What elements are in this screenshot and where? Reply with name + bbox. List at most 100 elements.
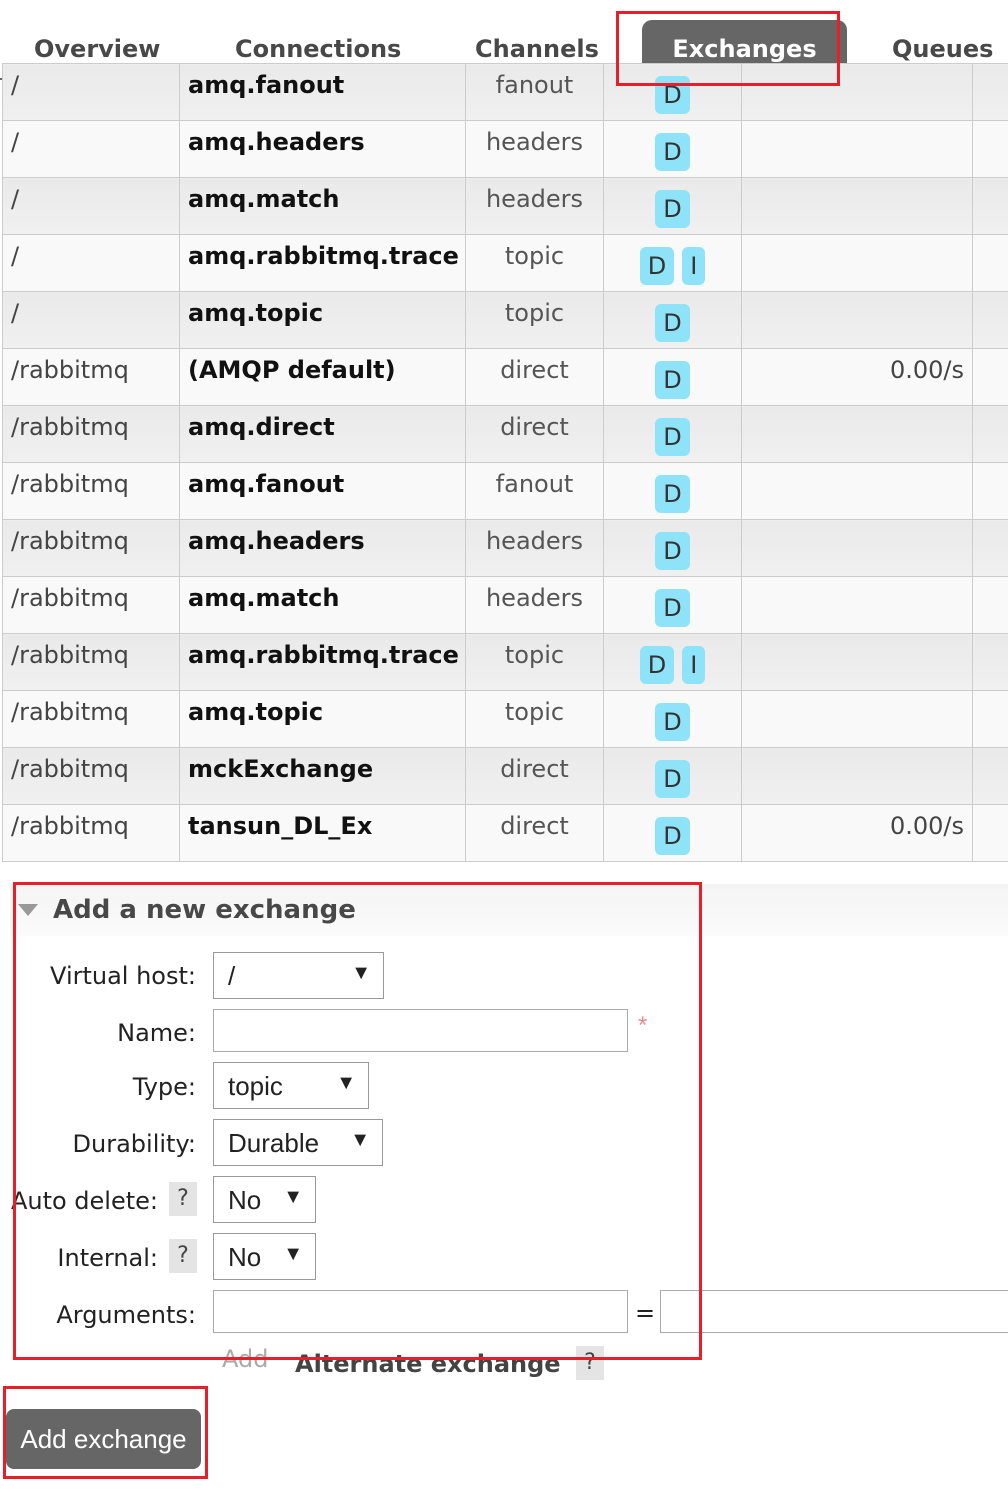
features-cell: D (603, 177, 742, 235)
message-rate-in-cell (741, 519, 973, 577)
message-rate-in-cell (741, 462, 973, 520)
vhost-cell: /rabbitmq (2, 690, 180, 748)
message-rate-in-cell (741, 63, 973, 121)
message-rate-out-cell (972, 576, 1008, 634)
add-exchange-button[interactable]: Add exchange (6, 1409, 201, 1469)
durable-badge: D (655, 817, 690, 855)
dropdown-arrow-icon: ▼ (336, 1072, 356, 1094)
dropdown-arrow-icon: ▼ (283, 1186, 303, 1208)
features-cell: DI (603, 633, 742, 691)
vhost-cell: /rabbitmq (2, 519, 180, 577)
add-argument-link[interactable]: Add (222, 1345, 268, 1373)
table-row: / amq.rabbitmq.trace topic D I (2, 234, 1008, 292)
features-cell: D (603, 804, 742, 862)
features-cell: D (603, 576, 742, 634)
durable-badge: D (655, 361, 690, 399)
virtual-host-select[interactable]: / ▼ (213, 952, 384, 999)
type-cell: direct (465, 747, 604, 805)
auto-delete-label: Auto delete: (10, 1187, 158, 1215)
internal-badge: I (682, 247, 706, 285)
internal-help-button[interactable]: ? (169, 1239, 197, 1273)
argument-value-input[interactable] (660, 1290, 1008, 1333)
table-row: /rabbitmq (AMQP default) direct D 0.00/s (2, 348, 1008, 406)
argument-equals-sign: = (635, 1299, 656, 1327)
features-cell: D (603, 690, 742, 748)
exchange-name-cell[interactable]: amq.headers (179, 519, 466, 577)
vhost-cell: /rabbitmq (2, 747, 180, 805)
message-rate-in-cell (741, 234, 973, 292)
type-value: topic (228, 1071, 283, 1101)
table-row: / amq.fanout fanout D (2, 63, 1008, 121)
virtual-host-value: / (228, 961, 236, 991)
collapse-triangle-icon[interactable] (18, 904, 38, 916)
type-cell: direct (465, 804, 604, 862)
durable-badge: D (655, 133, 690, 171)
exchanges-table: / amq.fanout fanout D / amq.headers headers D / a… (2, 63, 1008, 862)
vhost-cell: /rabbitmq (2, 462, 180, 520)
type-cell: fanout (465, 462, 604, 520)
type-cell: topic (465, 633, 604, 691)
exchange-name-cell[interactable]: amq.fanout (179, 63, 466, 121)
durable-badge: D (655, 589, 690, 627)
table-row: /rabbitmq amq.direct direct D (2, 405, 1008, 463)
message-rate-in-cell (741, 576, 973, 634)
name-input[interactable] (213, 1009, 628, 1052)
table-row: / amq.match headers D (2, 177, 1008, 235)
durable-badge: D (639, 646, 675, 684)
type-cell: direct (465, 405, 604, 463)
exchange-name-cell[interactable]: amq.fanout (179, 462, 466, 520)
exchange-name-cell[interactable]: amq.topic (179, 291, 466, 349)
type-cell: topic (465, 690, 604, 748)
durability-select[interactable]: Durable ▼ (213, 1119, 383, 1166)
table-row: /rabbitmq tansun_DL_Ex direct D 0.00/s (2, 804, 1008, 862)
features-cell: D (603, 405, 742, 463)
message-rate-in-cell (741, 690, 973, 748)
type-cell: headers (465, 519, 604, 577)
dropdown-arrow-icon: ▼ (350, 1129, 370, 1151)
durability-value: Durable (228, 1128, 320, 1158)
type-select[interactable]: topic ▼ (213, 1062, 369, 1109)
alternate-exchange-link[interactable]: Alternate exchange (295, 1350, 561, 1378)
type-cell: fanout (465, 63, 604, 121)
message-rate-out-cell (972, 405, 1008, 463)
auto-delete-help-button[interactable]: ? (169, 1182, 197, 1216)
exchange-name-cell[interactable]: amq.match (179, 177, 466, 235)
message-rate-out-cell (972, 120, 1008, 178)
alternate-exchange-help-button[interactable]: ? (576, 1346, 604, 1380)
message-rate-out-cell (972, 519, 1008, 577)
internal-select[interactable]: No ▼ (213, 1233, 316, 1280)
exchange-name-cell[interactable]: mckExchange (179, 747, 466, 805)
features-cell: DI (603, 234, 742, 292)
auto-delete-value: No (228, 1185, 262, 1215)
exchange-name-cell[interactable]: amq.match (179, 576, 466, 634)
table-row: /rabbitmq amq.rabbitmq.trace topic D I (2, 633, 1008, 691)
table-row: / amq.topic topic D (2, 291, 1008, 349)
exchange-name-cell[interactable]: tansun_DL_Ex (179, 804, 466, 862)
arguments-label: Arguments: (56, 1301, 196, 1329)
required-mark: * (638, 1012, 648, 1039)
exchange-name-cell[interactable]: (AMQP default) (179, 348, 466, 406)
exchange-name-cell[interactable]: amq.rabbitmq.trace (179, 234, 466, 292)
vhost-cell: / (2, 177, 180, 235)
exchange-name-cell[interactable]: amq.headers (179, 120, 466, 178)
durability-label: Durability: (72, 1130, 196, 1158)
internal-value: No (228, 1242, 262, 1272)
features-cell: D (603, 120, 742, 178)
dropdown-arrow-icon: ▼ (283, 1243, 303, 1265)
add-exchange-section-header[interactable]: Add a new exchange (10, 884, 1008, 936)
features-cell: D (603, 348, 742, 406)
argument-key-input[interactable] (213, 1290, 628, 1333)
exchange-name-cell[interactable]: amq.rabbitmq.trace (179, 633, 466, 691)
type-cell: topic (465, 291, 604, 349)
auto-delete-select[interactable]: No ▼ (213, 1176, 316, 1223)
virtual-host-label: Virtual host: (50, 962, 196, 990)
durable-badge: D (639, 247, 675, 285)
message-rate-out-cell (972, 177, 1008, 235)
durable-badge: D (655, 532, 690, 570)
message-rate-in-cell: 0.00/s (741, 348, 973, 406)
type-label: Type: (132, 1073, 196, 1101)
exchange-name-cell[interactable]: amq.topic (179, 690, 466, 748)
vhost-cell: / (2, 234, 180, 292)
exchange-name-cell[interactable]: amq.direct (179, 405, 466, 463)
message-rate-in-cell (741, 747, 973, 805)
